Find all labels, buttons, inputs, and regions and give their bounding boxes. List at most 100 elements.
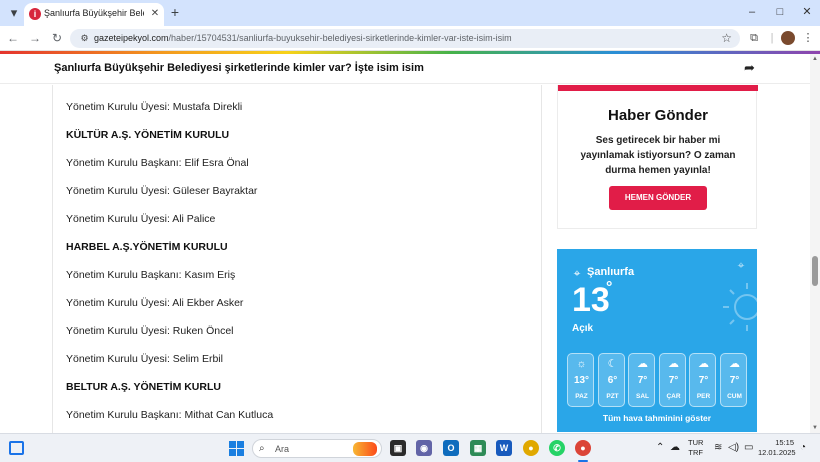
input-language[interactable]: TUR TRF (688, 438, 703, 458)
start-windows-icon[interactable] (229, 441, 244, 456)
cloud-icon: ☁ (729, 358, 740, 370)
menu-kebab-icon[interactable]: ⋮ (800, 30, 816, 46)
article-section-heading: HARBEL A.Ş.YÖNETİM KURULU (66, 241, 228, 253)
widgets-icon[interactable] (9, 441, 24, 455)
extensions-icon[interactable]: ⧉ (746, 30, 762, 46)
article-line: Yönetim Kurulu Üyesi: Selim Erbil (66, 353, 223, 365)
send-news-title: Haber Gönder (607, 107, 709, 124)
weather-city: Şanlıurfa (587, 266, 635, 278)
forecast-day[interactable]: ☁ 7° SAL (628, 353, 655, 407)
teams-icon[interactable]: ◉ (416, 440, 432, 456)
task-view-icon[interactable]: ▣ (390, 440, 406, 456)
search-icon: ⌕ (259, 443, 265, 454)
location-pin-icon: ⌖ (573, 266, 581, 280)
cloud-icon: ☁ (668, 358, 679, 370)
new-tab-icon[interactable]: + (168, 4, 182, 20)
weather-temperature: 13 (572, 281, 610, 319)
cloud-icon: ☁ (698, 358, 709, 370)
forecast-day-name: PER (696, 393, 711, 400)
chrome-active-icon[interactable]: ● (575, 440, 591, 456)
forecast-days: ☼ 13° PAZ ☾ 6° PZT ☁ 7° SAL ☁ 7° ÇAR ☁ 7… (567, 353, 747, 408)
close-window-icon[interactable]: ✕ (797, 3, 817, 21)
forecast-day[interactable]: ☁ 7° ÇAR (659, 353, 686, 407)
forecast-temp: 6° (607, 375, 618, 386)
forecast-day[interactable]: ☁ 7° CUM (720, 353, 747, 407)
article-line: Yönetim Kurulu Üyesi: Mustafa Direkli (66, 101, 243, 113)
locate-icon[interactable]: ⌖ (734, 258, 748, 272)
forecast-temp: 7° (698, 375, 709, 386)
forecast-temp: 7° (729, 375, 740, 386)
full-forecast-link[interactable]: Tüm hava tahminini göster (557, 413, 757, 423)
site-info-icon[interactable]: ⚙ (78, 32, 91, 45)
article-line: Yönetim Kurulu Üyesi: Ali Ekber Asker (66, 297, 244, 309)
scroll-down-icon[interactable]: ▼ (810, 423, 820, 433)
taskbar-search-placeholder: Ara (275, 444, 290, 454)
volume-icon[interactable]: ◁) (728, 442, 739, 454)
tab-close-icon[interactable]: ✕ (149, 7, 161, 21)
tab-title: Şanlıurfa Büyükşehir Belediyesi (44, 8, 144, 18)
minimize-icon[interactable]: – (742, 3, 762, 21)
taskbar: ⌕ Ara ▣ ◉ O ▦ W ● ✆ ● ⌃ ☁ TUR TRF ≋ ◁) ▭… (0, 433, 820, 462)
forward-icon[interactable]: → (27, 30, 43, 46)
cloud-sync-icon[interactable]: ☁ (670, 442, 680, 454)
article-line: Yönetim Kurulu Üyesi: Ali Palice (66, 213, 216, 225)
profile-avatar[interactable] (781, 31, 795, 45)
outlook-icon[interactable]: O (443, 440, 459, 456)
clock-date: 12.01.2025 (758, 448, 796, 457)
page-scrollbar[interactable]: ▲ ▼ (810, 54, 820, 433)
calendar-app-icon[interactable]: ▦ (470, 440, 486, 456)
sticky-article-title: Şanlıurfa Büyükşehir Belediyesi şirketle… (54, 62, 424, 74)
tab-strip: ▾ i Şanlıurfa Büyükşehir Belediyesi ✕ + … (0, 0, 820, 26)
article-line: Yönetim Kurulu Üyesi: Güleser Bayraktar (66, 185, 258, 197)
forecast-day-name: PAZ (575, 393, 588, 400)
article-line: Yönetim Kurulu Üyesi: Ruken Öncel (66, 325, 234, 337)
url-host: gazeteipekyol.com (94, 33, 169, 43)
url-path: /haber/15704531/sanliurfa-buyuksehir-bel… (168, 33, 512, 43)
tray-overflow-icon[interactable]: ⌃ (656, 442, 664, 454)
whatsapp-icon[interactable]: ✆ (549, 440, 565, 456)
tab-active[interactable]: i Şanlıurfa Büyükşehir Belediyesi ✕ (24, 3, 164, 26)
sticky-article-header: Şanlıurfa Büyükşehir Belediyesi şirketle… (0, 54, 810, 84)
forecast-day-name: CUM (727, 393, 742, 400)
forecast-day[interactable]: ☁ 7° PER (689, 353, 716, 407)
word-icon[interactable]: W (496, 440, 512, 456)
reload-icon[interactable]: ↻ (49, 30, 65, 46)
battery-icon[interactable]: ▭ (744, 442, 753, 454)
chrome-icon[interactable]: ● (523, 440, 539, 456)
send-news-button[interactable]: HEMEN GÖNDER (609, 186, 707, 210)
scroll-up-icon[interactable]: ▲ (810, 54, 820, 64)
notifications-icon[interactable]: ◔ (800, 442, 806, 454)
browser-toolbar: ← → ↻ ⚙ gazeteipekyol.com/haber/15704531… (0, 26, 820, 51)
article-line: Yönetim Kurulu Başkanı: Kasım Eriş (66, 269, 236, 281)
bookmark-star-icon[interactable]: ☆ (721, 31, 732, 46)
address-bar[interactable]: ⚙ gazeteipekyol.com/haber/15704531/sanli… (70, 29, 740, 48)
forecast-day-name: SAL (636, 393, 649, 400)
search-highlight-art (353, 442, 377, 456)
forecast-day[interactable]: ☾ 6° PZT (598, 353, 625, 407)
forecast-temp: 7° (668, 375, 679, 386)
send-news-accent-bar (558, 85, 758, 91)
article-body: Yönetim Kurulu Üyesi: Mustafa Direkli KÜ… (52, 85, 542, 433)
taskbar-search[interactable]: ⌕ Ara (252, 439, 382, 458)
article-line: Yönetim Kurulu Başkanı: Elif Esra Önal (66, 157, 249, 169)
site-favicon-icon: i (29, 8, 41, 20)
forecast-day-name: ÇAR (666, 393, 681, 400)
wifi-icon[interactable]: ≋ (714, 442, 722, 454)
weather-degree-symbol: ° (606, 279, 613, 296)
clock[interactable]: 15:15 12.01.2025 (758, 438, 796, 458)
weather-widget: ⌖ Şanlıurfa ⌖ 13 ° Açık ☼ 13° PAZ ☾ 6° P… (557, 249, 757, 432)
moon-icon: ☾ (607, 358, 618, 370)
sun-icon: ☼ (576, 358, 587, 370)
back-icon[interactable]: ← (5, 30, 21, 46)
large-sun-icon (723, 283, 757, 331)
weather-condition: Açık (572, 323, 594, 334)
scroll-thumb[interactable] (812, 256, 818, 286)
article-section-heading: BELTUR A.Ş. YÖNETİM KURLU (66, 381, 221, 393)
forecast-day[interactable]: ☼ 13° PAZ (567, 353, 594, 407)
send-news-text: Ses getirecek bir haber mi yayınlamak is… (580, 135, 736, 176)
input-language-bottom: TRF (688, 448, 703, 457)
share-icon[interactable]: ➦ (744, 60, 755, 76)
maximize-icon[interactable]: □ (770, 3, 790, 21)
tab-search-icon[interactable]: ▾ (6, 5, 22, 21)
forecast-temp: 7° (637, 375, 648, 386)
